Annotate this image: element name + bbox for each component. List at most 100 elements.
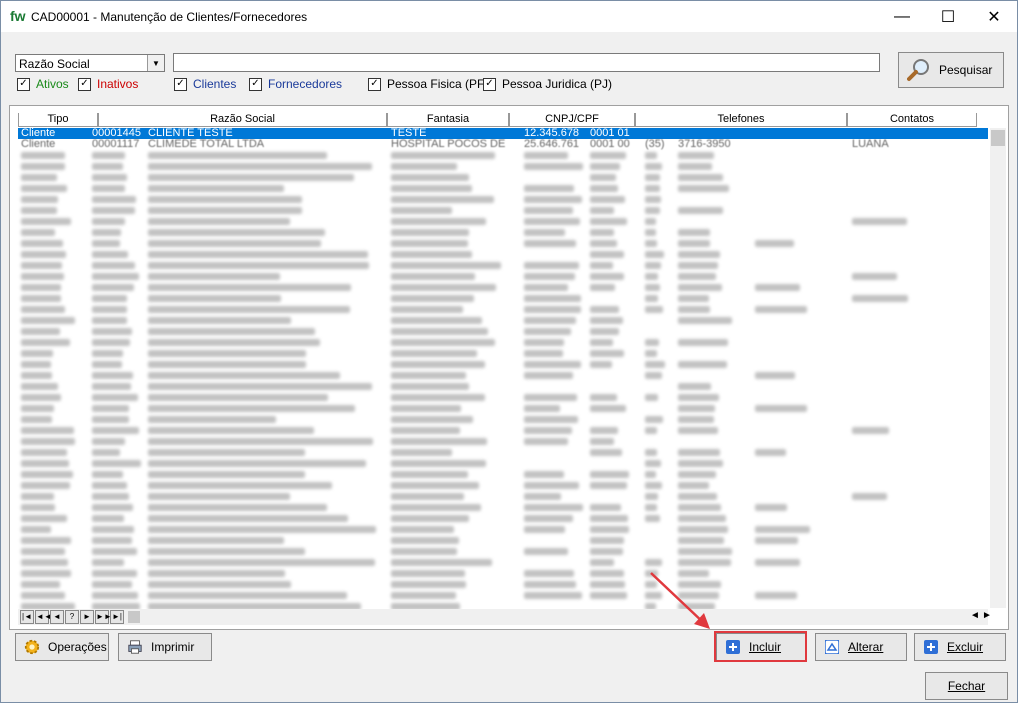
table-row[interactable] <box>18 183 988 194</box>
blurred-cell <box>148 251 368 258</box>
filter-fornecedores[interactable]: ✓ Fornecedores <box>249 77 342 91</box>
imprimir-button[interactable]: Imprimir <box>118 633 212 661</box>
table-row[interactable] <box>18 502 988 513</box>
nav-next-page-button[interactable]: ►► <box>95 610 112 624</box>
blurred-cell <box>391 284 496 291</box>
table-row[interactable] <box>18 425 988 436</box>
table-row[interactable] <box>18 161 988 172</box>
checkbox-checked-icon[interactable]: ✓ <box>78 77 91 91</box>
filter-clientes[interactable]: ✓ Clientes <box>174 77 236 91</box>
fechar-button[interactable]: Fechar <box>925 672 1008 700</box>
nav-prev-page-button[interactable]: ◄◄ <box>35 610 52 624</box>
table-row[interactable] <box>18 282 988 293</box>
vertical-scrollbar[interactable] <box>990 128 1006 608</box>
column-header-razao-social[interactable]: Razão Social <box>98 113 387 127</box>
column-header-fantasia[interactable]: Fantasia <box>387 113 509 127</box>
table-row-selected[interactable]: Cliente 00001445 CLIENTE TESTE TESTE 12.… <box>18 128 988 139</box>
table-row[interactable] <box>18 590 988 601</box>
scroll-left-icon[interactable]: ◄ <box>970 610 980 621</box>
table-row[interactable] <box>18 568 988 579</box>
table-row[interactable] <box>18 381 988 392</box>
table-row[interactable] <box>18 513 988 524</box>
nav-prev-button[interactable]: ◄ <box>50 610 64 624</box>
checkbox-checked-icon[interactable]: ✓ <box>174 77 187 91</box>
blurred-cell <box>590 317 623 324</box>
table-row[interactable] <box>18 403 988 414</box>
table-row[interactable] <box>18 447 988 458</box>
nav-next-button[interactable]: ► <box>80 610 94 624</box>
excluir-button[interactable]: Excluir <box>914 633 1006 661</box>
table-row[interactable] <box>18 535 988 546</box>
table-row[interactable] <box>18 359 988 370</box>
table-row[interactable]: Cliente 00001117 CLIMEDE TOTAL LTDA HOSP… <box>18 139 988 150</box>
column-header-cnpj-cpf[interactable]: CNPJ/CPF <box>509 113 635 127</box>
table-row[interactable] <box>18 150 988 161</box>
blurred-cell <box>92 570 137 577</box>
operacoes-button[interactable]: Operações <box>15 633 109 661</box>
table-row[interactable] <box>18 227 988 238</box>
cell-telefone: 3716-3950 <box>678 139 731 150</box>
table-row[interactable] <box>18 392 988 403</box>
search-input[interactable] <box>173 53 880 72</box>
scrollbar-thumb[interactable] <box>991 130 1005 146</box>
table-row[interactable] <box>18 260 988 271</box>
table-row[interactable] <box>18 436 988 447</box>
table-row[interactable] <box>18 271 988 282</box>
checkbox-checked-icon[interactable]: ✓ <box>483 77 496 91</box>
nav-first-button[interactable]: |◄ <box>20 610 34 624</box>
close-window-button[interactable]: ✕ <box>971 1 1017 32</box>
table-row[interactable] <box>18 491 988 502</box>
table-row[interactable] <box>18 216 988 227</box>
filter-pessoa-juridica[interactable]: ✓ Pessoa Juridica (PJ) <box>483 77 612 91</box>
table-row[interactable] <box>18 337 988 348</box>
checkbox-checked-icon[interactable]: ✓ <box>17 77 30 91</box>
filter-pessoa-fisica[interactable]: ✓ Pessoa Fisica (PF) <box>368 77 488 91</box>
filter-inativos[interactable]: ✓ Inativos <box>78 77 138 91</box>
table-row[interactable] <box>18 238 988 249</box>
column-header-telefones[interactable]: Telefones <box>635 113 847 127</box>
blurred-cell <box>21 273 64 280</box>
minimize-button[interactable]: — <box>879 1 925 32</box>
nav-last-button[interactable]: ►| <box>110 610 124 624</box>
table-row[interactable] <box>18 579 988 590</box>
table-row[interactable] <box>18 414 988 425</box>
search-button[interactable]: Pesquisar <box>898 52 1004 88</box>
table-row[interactable] <box>18 326 988 337</box>
blurred-cell <box>148 229 325 236</box>
table-row[interactable] <box>18 304 988 315</box>
table-row[interactable] <box>18 315 988 326</box>
alterar-button[interactable]: Alterar <box>815 633 907 661</box>
table-row[interactable] <box>18 458 988 469</box>
table-row[interactable] <box>18 205 988 216</box>
clients-grid[interactable]: Tipo Razão Social Fantasia CNPJ/CPF Tele… <box>9 105 1009 630</box>
table-row[interactable] <box>18 348 988 359</box>
blurred-cell <box>148 449 305 456</box>
column-header-contatos[interactable]: Contatos <box>847 113 977 127</box>
table-row[interactable] <box>18 524 988 535</box>
table-row[interactable] <box>18 469 988 480</box>
horizontal-scroll-thumb[interactable] <box>128 611 140 623</box>
plus-icon <box>923 639 939 655</box>
blurred-cell <box>678 493 717 500</box>
scroll-right-icon[interactable]: ► <box>982 610 992 621</box>
maximize-button[interactable]: ☐ <box>925 1 971 32</box>
column-header-tipo[interactable]: Tipo <box>18 113 98 127</box>
blurred-cell <box>678 383 711 390</box>
blurred-cell <box>678 273 716 280</box>
checkbox-checked-icon[interactable]: ✓ <box>368 77 381 91</box>
table-row[interactable] <box>18 194 988 205</box>
table-row[interactable] <box>18 172 988 183</box>
chevron-down-icon[interactable]: ▼ <box>147 55 164 71</box>
search-field-select[interactable]: Razão Social ▼ <box>15 54 165 72</box>
table-row[interactable] <box>18 293 988 304</box>
blurred-cell <box>755 537 798 544</box>
table-row[interactable] <box>18 249 988 260</box>
table-row[interactable] <box>18 546 988 557</box>
blurred-cell <box>524 570 574 577</box>
table-row[interactable] <box>18 557 988 568</box>
checkbox-checked-icon[interactable]: ✓ <box>249 77 262 91</box>
table-row[interactable] <box>18 370 988 381</box>
nav-search-button[interactable]: ? <box>65 610 79 624</box>
filter-ativos[interactable]: ✓ Ativos <box>17 77 69 91</box>
table-row[interactable] <box>18 480 988 491</box>
